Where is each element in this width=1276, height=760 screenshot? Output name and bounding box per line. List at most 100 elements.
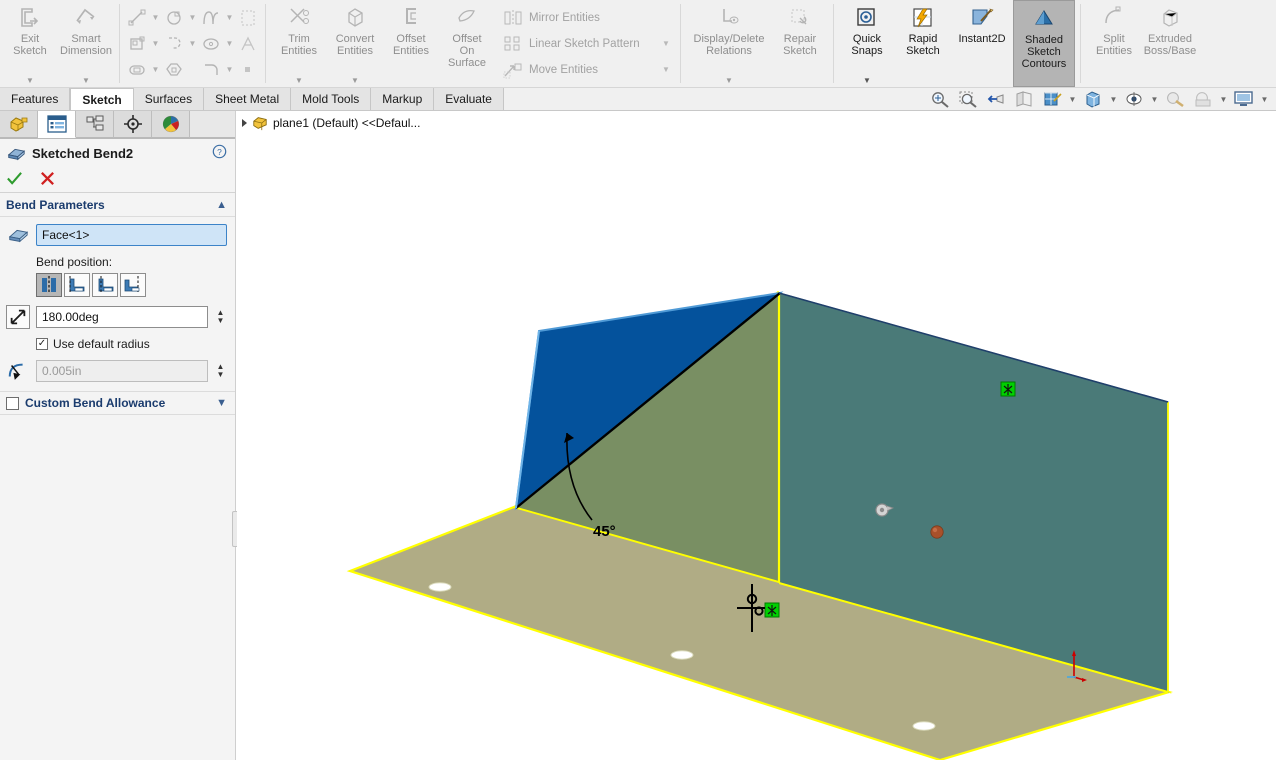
apply-scene-button[interactable] <box>1190 88 1216 110</box>
tab-markup[interactable]: Markup <box>371 88 435 110</box>
use-default-radius-row[interactable]: ✓ Use default radius <box>36 337 227 351</box>
hole-3[interactable] <box>912 721 936 731</box>
linear-sketch-pattern-caret-icon[interactable]: ▼ <box>659 39 673 48</box>
dimxpert-manager-tab[interactable] <box>114 111 152 138</box>
fillet-tool-button[interactable] <box>198 58 224 82</box>
rapid-sketch-button[interactable]: Rapid Sketch <box>895 0 951 87</box>
cancel-button[interactable] <box>39 170 56 190</box>
arc-tool-button[interactable] <box>161 32 187 56</box>
zoom-to-fit-button[interactable] <box>927 88 953 110</box>
view-settings-button[interactable] <box>1231 88 1257 110</box>
tab-sketch[interactable]: Sketch <box>70 88 134 110</box>
bend-position-outside-button[interactable] <box>64 273 90 297</box>
display-style-button[interactable] <box>1080 88 1106 110</box>
bend-position-material-inside-button[interactable] <box>120 273 146 297</box>
fillet-caret-icon[interactable]: ▼ <box>224 65 235 74</box>
repair-sketch-button[interactable]: Repair Sketch <box>772 0 828 87</box>
hide-show-items-caret-icon[interactable]: ▼ <box>1149 95 1160 104</box>
hide-show-items-button[interactable] <box>1121 88 1147 110</box>
convert-entities-button[interactable]: Convert Entities ▼ <box>327 0 383 87</box>
linear-sketch-pattern-button[interactable]: Linear Sketch Pattern ▼ <box>501 31 673 57</box>
bend-position-inside-button[interactable] <box>92 273 118 297</box>
display-style-caret-icon[interactable]: ▼ <box>1108 95 1119 104</box>
instant2d-button[interactable]: Instant2D <box>951 0 1013 87</box>
angle-dimension-text[interactable]: 45° <box>593 523 616 540</box>
ok-button[interactable] <box>6 170 23 190</box>
corner-rectangle-caret-icon[interactable]: ▼ <box>150 39 161 48</box>
sheet-metal-model[interactable]: 45° <box>237 111 1276 760</box>
use-default-radius-checkbox[interactable]: ✓ <box>36 338 48 350</box>
polygon-tool-button[interactable] <box>161 58 187 82</box>
zoom-to-area-button[interactable] <box>955 88 981 110</box>
face-selection-box[interactable]: Face<1> <box>36 224 227 246</box>
custom-bend-allowance-section[interactable]: Custom Bend Allowance ▼ <box>0 391 235 415</box>
smart-dimension-button[interactable]: Smart Dimension ▼ <box>58 0 114 87</box>
text-tool-button[interactable] <box>235 32 261 56</box>
graphics-viewport[interactable]: plane1 (Default) <<Defaul... 45° <box>237 111 1276 760</box>
spline-tool-button[interactable] <box>198 6 224 30</box>
display-delete-relations-caret-icon[interactable]: ▼ <box>725 77 733 85</box>
tab-sheet-metal[interactable]: Sheet Metal <box>204 88 292 110</box>
display-manager-tab[interactable] <box>152 111 190 138</box>
view-orientation-caret-icon[interactable]: ▼ <box>1067 95 1078 104</box>
rectangle-tool-button[interactable] <box>161 6 187 30</box>
chevron-down-icon[interactable]: ▼ <box>216 397 227 409</box>
tab-evaluate[interactable]: Evaluate <box>434 88 504 110</box>
previous-view-button[interactable] <box>983 88 1009 110</box>
split-entities-button[interactable]: Split Entities <box>1086 0 1142 87</box>
bend-angle-stepper[interactable]: ▲ ▼ <box>214 306 227 328</box>
property-manager-tab[interactable] <box>38 111 76 138</box>
help-button[interactable]: ? <box>212 144 227 162</box>
trim-entities-caret-icon[interactable]: ▼ <box>295 77 303 85</box>
rectangle-caret-icon[interactable]: ▼ <box>187 13 198 22</box>
stepper-down-icon[interactable]: ▼ <box>217 371 225 379</box>
view-orientation-button[interactable] <box>1039 88 1065 110</box>
section-view-button[interactable] <box>1011 88 1037 110</box>
extruded-boss-base-button[interactable]: Extruded Boss/Base <box>1142 0 1198 87</box>
tab-surfaces[interactable]: Surfaces <box>133 88 205 110</box>
exit-sketch-button[interactable]: Exit Sketch ▼ <box>2 0 58 87</box>
stepper-down-icon[interactable]: ▼ <box>217 317 225 325</box>
bend-radius-input[interactable]: 0.005in <box>36 360 208 382</box>
mirror-entities-button[interactable]: Mirror Entities <box>501 5 673 31</box>
tab-features[interactable]: Features <box>0 88 71 110</box>
spline-caret-icon[interactable]: ▼ <box>224 13 235 22</box>
apply-scene-caret-icon[interactable]: ▼ <box>1218 95 1229 104</box>
pattern-tool-button[interactable] <box>235 6 261 30</box>
hole-1[interactable] <box>428 582 452 592</box>
corner-rectangle-button[interactable] <box>124 32 150 56</box>
move-entities-caret-icon[interactable]: ▼ <box>659 65 673 74</box>
smart-dimension-caret-icon[interactable]: ▼ <box>82 77 90 85</box>
ellipse-caret-icon[interactable]: ▼ <box>224 39 235 48</box>
display-delete-relations-button[interactable]: Display/Delete Relations ▼ <box>686 0 772 87</box>
quick-snaps-button[interactable]: Quick Snaps ▼ <box>839 0 895 87</box>
feature-manager-tab[interactable] <box>0 111 38 138</box>
move-entities-button[interactable]: Move Entities ▼ <box>501 57 673 83</box>
chevron-up-icon[interactable]: ▲ <box>216 199 227 211</box>
shaded-sketch-contours-button[interactable]: Shaded Sketch Contours <box>1013 0 1075 87</box>
view-settings-caret-icon[interactable]: ▼ <box>1259 95 1270 104</box>
edit-appearance-button[interactable] <box>1162 88 1188 110</box>
bend-parameters-section-header[interactable]: Bend Parameters ▲ <box>0 193 235 217</box>
bend-radius-stepper[interactable]: ▲ ▼ <box>214 360 227 382</box>
bend-angle-input[interactable]: 180.00deg <box>36 306 208 328</box>
configuration-manager-tab[interactable] <box>76 111 114 138</box>
center-of-mass-marker[interactable] <box>930 525 944 539</box>
exit-sketch-caret-icon[interactable]: ▼ <box>26 77 34 85</box>
arc-caret-icon[interactable]: ▼ <box>187 39 198 48</box>
point-tool-button[interactable] <box>235 58 261 82</box>
line-tool-button[interactable] <box>124 6 150 30</box>
trim-entities-button[interactable]: Trim Entities ▼ <box>271 0 327 87</box>
hole-2[interactable] <box>670 650 694 660</box>
offset-entities-button[interactable]: Offset Entities <box>383 0 439 87</box>
slot-tool-button[interactable] <box>124 58 150 82</box>
tab-mold-tools[interactable]: Mold Tools <box>291 88 372 110</box>
quick-snaps-caret-icon[interactable]: ▼ <box>863 77 871 85</box>
slot-caret-icon[interactable]: ▼ <box>150 65 161 74</box>
line-caret-icon[interactable]: ▼ <box>150 13 161 22</box>
ellipse-tool-button[interactable] <box>198 32 224 56</box>
convert-entities-caret-icon[interactable]: ▼ <box>351 77 359 85</box>
offset-on-surface-button[interactable]: Offset On Surface <box>439 0 495 87</box>
custom-bend-allowance-checkbox[interactable] <box>6 396 19 410</box>
bend-position-centerline-button[interactable] <box>36 273 62 297</box>
